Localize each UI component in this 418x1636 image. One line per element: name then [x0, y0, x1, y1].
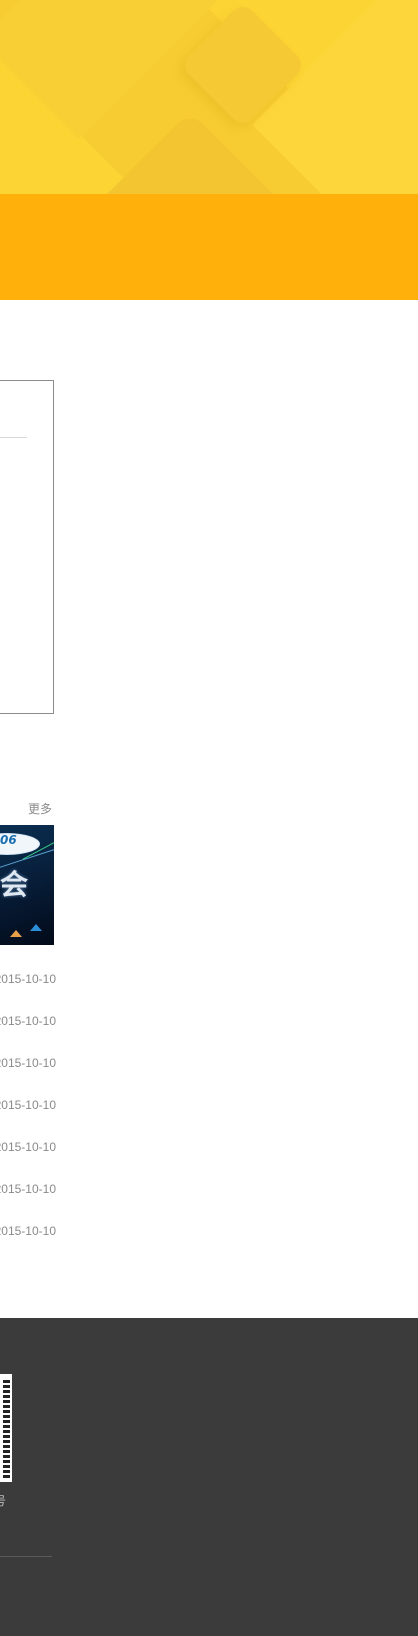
list-item[interactable]: 2015-10-10	[0, 972, 56, 992]
news-date: 2015-10-10	[0, 1224, 56, 1238]
more-link[interactable]: 更多	[28, 800, 52, 817]
news-date: 2015-10-10	[0, 1182, 56, 1196]
site-footer: 号	[0, 1318, 418, 1636]
thumbnail-decor-triangle	[10, 930, 22, 937]
content-panel	[0, 380, 54, 714]
news-date: 2015-10-10	[0, 1098, 56, 1112]
list-item[interactable]: 2015-10-10	[0, 1182, 56, 1202]
qr-code-icon	[0, 1374, 12, 1482]
news-date: 2015-10-10	[0, 972, 56, 986]
thumbnail-title-text: 会	[0, 868, 29, 901]
footer-divider	[0, 1556, 52, 1557]
news-date: 2015-10-10	[0, 1014, 56, 1028]
list-item[interactable]: 2015-10-10	[0, 1014, 56, 1034]
news-date: 2015-10-10	[0, 1056, 56, 1070]
list-item[interactable]: 2015-10-10	[0, 1056, 56, 1076]
news-date: 2015-10-10	[0, 1140, 56, 1154]
list-item[interactable]: 2015-10-10	[0, 1098, 56, 1118]
qr-caption: 号	[0, 1494, 7, 1508]
hero-banner	[0, 0, 418, 194]
list-item[interactable]: 2015-10-10	[0, 1224, 56, 1244]
list-item[interactable]: 2015-10-10	[0, 1140, 56, 1160]
panel-divider	[0, 437, 27, 438]
news-thumbnail[interactable]: 06 会	[0, 825, 54, 945]
banner-strip	[0, 194, 418, 300]
thumbnail-decor-triangle	[30, 924, 42, 931]
thumbnail-logo-text: 06	[0, 833, 17, 847]
qr-code-pattern	[0, 1378, 3, 1478]
